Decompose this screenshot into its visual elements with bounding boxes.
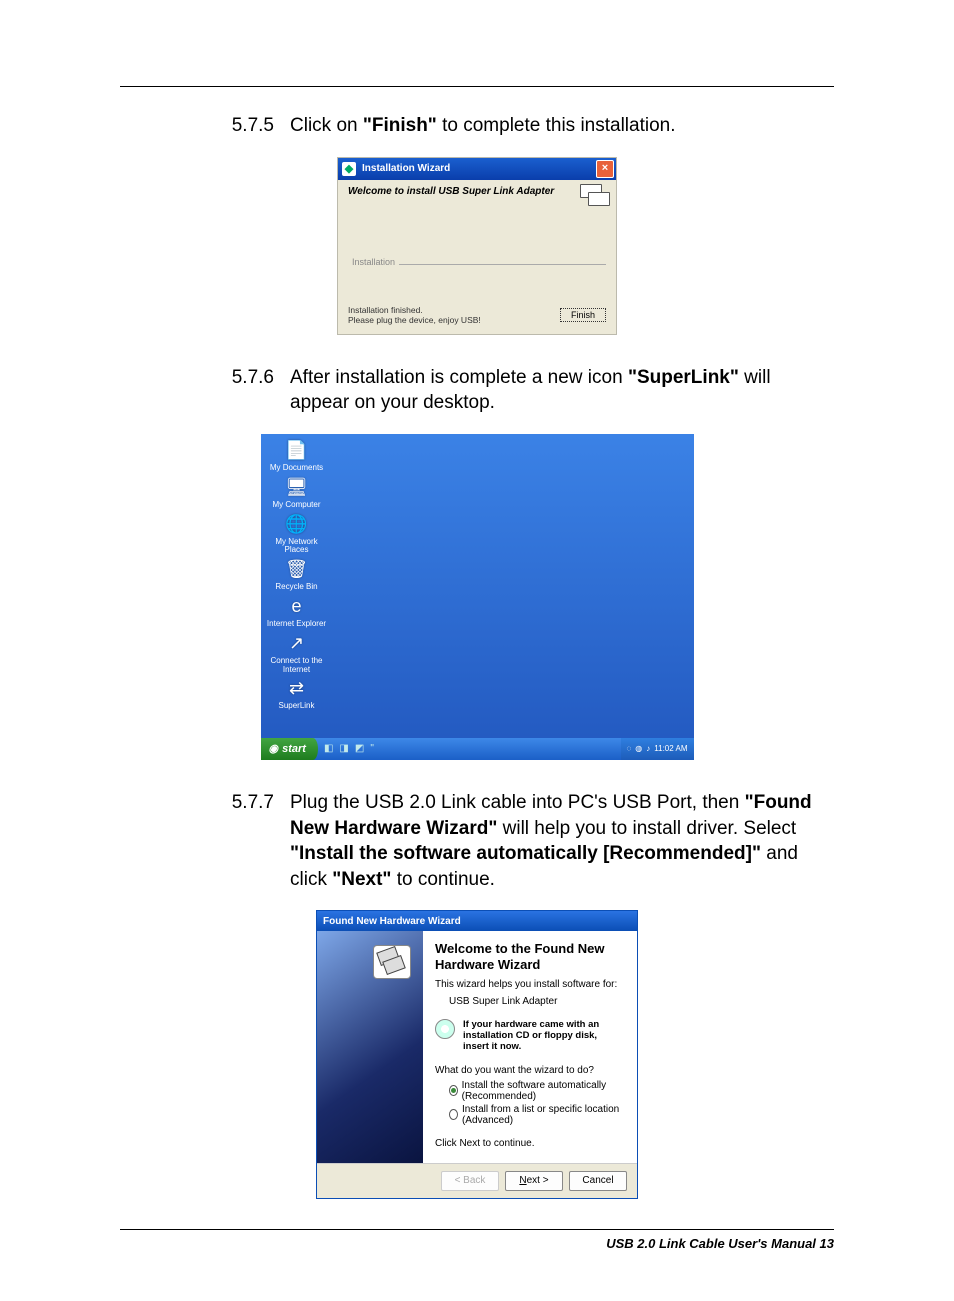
start-label: start <box>282 743 306 755</box>
flags-icon <box>580 184 608 204</box>
desktop-icon-my-computer[interactable]: 🖥 My Computer <box>267 477 327 510</box>
wizard-heading: Welcome to the Found New Hardware Wizard <box>435 941 625 972</box>
dialog-titlebar: ◆ Installation Wizard × <box>338 158 616 180</box>
windows-logo-icon: ◉ <box>269 742 279 755</box>
installation-wizard-dialog: ◆ Installation Wizard × Welcome to insta… <box>337 157 617 335</box>
desktop-icon-recycle-bin[interactable]: 🗑 Recycle Bin <box>267 559 327 592</box>
desktop-icon-label: Recycle Bin <box>275 583 317 592</box>
tray-icon[interactable]: ◌ <box>627 744 632 753</box>
dialog-title: Found New Hardware Wizard <box>323 916 461 927</box>
msg-line: Please plug the device, enjoy USB! <box>348 315 481 325</box>
bottom-rule <box>120 1229 834 1230</box>
step-text: to continue. <box>391 869 495 890</box>
device-name: USB Super Link Adapter <box>449 996 625 1007</box>
quick-launch-icon[interactable]: ◧ <box>324 743 333 754</box>
step-text: Plug the USB 2.0 Link cable into PC's US… <box>290 792 745 813</box>
back-button: < Back <box>441 1171 499 1191</box>
finish-button[interactable]: Finish <box>560 308 606 322</box>
wizard-sidebar-art <box>317 931 423 1162</box>
hardware-icon <box>373 945 411 979</box>
option-label: Install from a list or specific location… <box>462 1104 625 1126</box>
desktop-icon-label: SuperLink <box>278 702 314 711</box>
next-hint: Click Next to continue. <box>435 1138 625 1149</box>
step-text: After installation is complete a new ico… <box>290 367 628 388</box>
msg-line: Installation finished. <box>348 305 481 315</box>
desktop-icon-label: Internet Explorer <box>267 620 326 629</box>
step-5-7-5: 5.7.5 Click on "Finish" to complete this… <box>120 113 834 139</box>
wizard-intro: This wizard helps you install software f… <box>435 979 625 990</box>
step-number: 5.7.7 <box>120 790 290 893</box>
step-5-7-6: 5.7.6 After installation is complete a n… <box>120 365 834 416</box>
quick-launch-icon[interactable]: ◨ <box>339 743 348 754</box>
step-text: Click on <box>290 115 363 136</box>
groupbox-legend: Installation <box>348 257 399 267</box>
desktop-icon-my-network-places[interactable]: 🌐 My Network Places <box>267 514 327 556</box>
desktop-icon-glyph: 🖥 <box>286 477 308 499</box>
dialog-title: Installation Wizard <box>362 163 450 174</box>
system-tray: ◌ ◍ ♪ 11:02 AM <box>621 738 694 760</box>
step-text: to complete this installation. <box>437 115 676 136</box>
desktop-icon-internet-explorer[interactable]: e Internet Explorer <box>267 596 327 629</box>
tray-icon[interactable]: ♪ <box>646 744 650 753</box>
radio-selected-icon <box>449 1085 458 1096</box>
installation-groupbox: Installation <box>348 264 606 277</box>
step-5-7-7: 5.7.7 Plug the USB 2.0 Link cable into P… <box>120 790 834 893</box>
step-bold: "Finish" <box>363 115 437 136</box>
desktop-icon-my-documents[interactable]: 📄 My Documents <box>267 440 327 473</box>
wizard-question: What do you want the wizard to do? <box>435 1065 625 1076</box>
tray-clock: 11:02 AM <box>654 744 687 753</box>
desktop-icon-glyph: 🌐 <box>286 514 308 536</box>
found-new-hardware-wizard-dialog: Found New Hardware Wizard Welcome to the… <box>316 910 638 1198</box>
option-install-automatically[interactable]: Install the software automatically (Reco… <box>449 1080 625 1102</box>
desktop-icon-glyph: ↗ <box>286 633 308 655</box>
cancel-button[interactable]: Cancel <box>569 1171 627 1191</box>
close-icon[interactable]: × <box>596 160 614 178</box>
top-rule <box>120 86 834 87</box>
desktop-icon-label: Connect to the Internet <box>267 657 327 675</box>
install-finished-message: Installation finished. Please plug the d… <box>348 305 481 325</box>
step-bold: "SuperLink" <box>628 367 739 388</box>
desktop-icon-connect-to-the-internet[interactable]: ↗ Connect to the Internet <box>267 633 327 675</box>
desktop-icon-glyph: 🗑 <box>286 559 308 581</box>
quick-launch-icon[interactable]: ◩ <box>355 743 364 754</box>
tray-icon[interactable]: ◍ <box>635 744 642 753</box>
desktop-icon-glyph: 📄 <box>286 440 308 462</box>
step-number: 5.7.6 <box>120 365 290 416</box>
windows-xp-desktop: 📄 My Documents 🖥 My Computer 🌐 My Network Pla… <box>261 434 694 760</box>
desktop-icon-superlink[interactable]: ⇄ SuperLink <box>267 678 327 711</box>
quick-launch: ◧ ◨ ◩ " <box>324 743 374 754</box>
step-text: will help you to install driver. Select <box>497 818 796 839</box>
desktop-icon-label: My Documents <box>270 464 323 473</box>
option-label: Install the software automatically (Reco… <box>462 1080 625 1102</box>
start-button[interactable]: ◉ start <box>261 738 318 760</box>
desktop-icon-label: My Computer <box>272 501 320 510</box>
quick-launch-divider: " <box>370 743 374 754</box>
cd-hint: If your hardware came with an installati… <box>463 1019 625 1053</box>
dialog-titlebar: Found New Hardware Wizard <box>317 911 637 931</box>
desktop-icon-glyph: ⇄ <box>286 678 308 700</box>
option-install-from-list[interactable]: Install from a list or specific location… <box>449 1104 625 1126</box>
step-number: 5.7.5 <box>120 113 290 139</box>
step-bold: "Next" <box>332 869 391 890</box>
cd-icon <box>435 1019 455 1039</box>
desktop-icon-label: My Network Places <box>267 538 327 556</box>
radio-unselected-icon <box>449 1109 458 1120</box>
taskbar: ◉ start ◧ ◨ ◩ " ◌ ◍ ♪ 11:02 AM <box>261 738 694 760</box>
next-button[interactable]: Next > <box>505 1171 563 1191</box>
page-footer: USB 2.0 Link Cable User's Manual 13 <box>120 1236 834 1251</box>
installer-icon: ◆ <box>342 162 356 176</box>
desktop-icon-glyph: e <box>286 596 308 618</box>
welcome-text: Welcome to install USB Super Link Adapte… <box>348 186 606 197</box>
step-bold: "Install the software automatically [Rec… <box>290 843 761 864</box>
